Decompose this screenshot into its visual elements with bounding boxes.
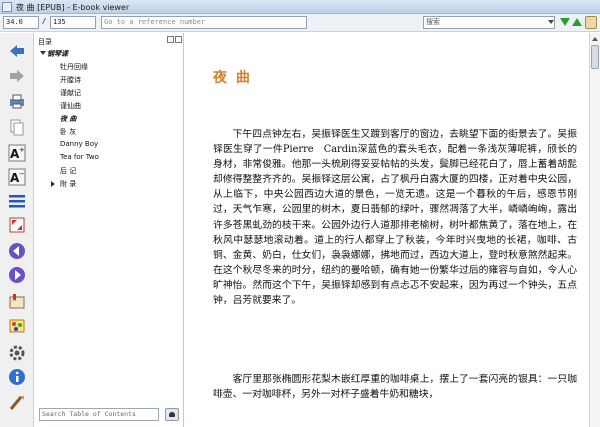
vertical-scrollbar[interactable]	[589, 33, 600, 427]
toc-panel: 目录 钢琴课 牡丹回缘 开膛诗 谨献记 谨仙曲 夜 曲 卧 灰 Danny Bo…	[34, 33, 184, 427]
font-smaller-icon[interactable]: A −	[7, 167, 27, 187]
next-page-icon[interactable]	[7, 265, 27, 285]
chapter-title: 夜 曲	[213, 70, 252, 86]
theme-icon[interactable]	[7, 316, 27, 336]
toc-scroll-icon[interactable]	[585, 16, 597, 29]
position-total: 135	[50, 16, 96, 29]
toc-header-buttons	[167, 36, 182, 43]
toc-item[interactable]: 谨献记	[60, 88, 81, 98]
bookmark-icon[interactable]	[7, 291, 27, 311]
search-dropdown-icon[interactable]	[548, 20, 554, 24]
toc-item[interactable]: 附 录	[60, 179, 76, 189]
expand-arrow-icon[interactable]	[40, 51, 46, 55]
forward-icon[interactable]	[7, 66, 27, 86]
toc-item[interactable]: Tea for Two	[60, 153, 99, 161]
toc-close-icon[interactable]	[175, 36, 182, 43]
info-icon[interactable]	[7, 367, 27, 387]
tool-strip: A + A −	[0, 33, 34, 427]
scroll-up-icon[interactable]	[592, 37, 598, 41]
reading-area[interactable]: 夜 曲 下午四点钟左右，吴振铎医生又踱到客厅的窗边，去眺望下面的街景去了。吴振铎…	[185, 33, 589, 427]
toc-float-icon[interactable]	[167, 36, 174, 43]
lookup-icon[interactable]	[7, 393, 27, 413]
copy-icon[interactable]	[7, 117, 27, 137]
title-bar: 夜 曲 [EPUB] - E-book viewer	[0, 0, 600, 14]
toc-item[interactable]: 后 记	[60, 166, 76, 176]
position-separator: /	[42, 17, 47, 25]
toc-item[interactable]: 卧 灰	[60, 127, 76, 137]
top-toolbar: 34.0 / 135 Go to a reference number 搜索	[0, 14, 600, 32]
toc-icon[interactable]	[7, 191, 27, 211]
position-input[interactable]: 34.0	[3, 16, 39, 29]
toc-search-input[interactable]: Search Table of Contents	[39, 408, 159, 421]
toc-item[interactable]: 钢琴课	[47, 49, 68, 59]
expand-arrow-icon[interactable]	[51, 181, 55, 187]
binoculars-icon[interactable]	[165, 408, 179, 421]
app-icon	[2, 2, 12, 12]
find-previous-icon[interactable]	[572, 18, 582, 26]
print-icon[interactable]	[7, 91, 27, 111]
preferences-icon[interactable]	[7, 343, 27, 363]
paragraph: 下午四点钟左右，吴振铎医生又踱到客厅的窗边，去眺望下面的街景去了。吴振铎医生穿了…	[213, 129, 577, 307]
paragraph: 客厅里那张椭圆形花梨木嵌红厚重的咖啡桌上，摆上了一套闪亮的银具：一只咖啡壶、一对…	[213, 374, 577, 401]
reference-input[interactable]: Go to a reference number	[101, 16, 307, 29]
font-larger-icon[interactable]: A +	[7, 143, 27, 163]
previous-page-icon[interactable]	[7, 241, 27, 261]
toc-item[interactable]: 开膛诗	[60, 75, 81, 85]
toc-item-current[interactable]: 夜 曲	[60, 114, 76, 124]
svg-text:−: −	[19, 170, 25, 178]
svg-text:+: +	[19, 146, 25, 154]
toc-header: 目录	[38, 38, 52, 46]
toc-item[interactable]: Danny Boy	[60, 140, 98, 148]
back-icon[interactable]	[7, 41, 27, 61]
find-next-icon[interactable]	[560, 18, 570, 26]
window-title: 夜 曲 [EPUB] - E-book viewer	[16, 3, 130, 12]
toc-item[interactable]: 牡丹回缘	[60, 62, 88, 72]
search-input[interactable]: 搜索	[423, 16, 555, 29]
fullscreen-icon[interactable]	[7, 215, 27, 235]
scroll-thumb[interactable]	[591, 45, 599, 69]
toc-item[interactable]: 谨仙曲	[60, 101, 81, 111]
